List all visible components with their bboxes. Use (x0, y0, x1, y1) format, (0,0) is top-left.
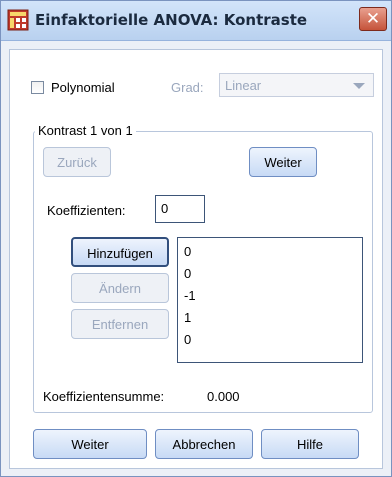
back-button-label: Zurück (57, 155, 97, 170)
degree-label: Grad: (171, 80, 204, 95)
list-item[interactable]: 0 (184, 244, 191, 259)
next-button[interactable]: Weiter (249, 147, 317, 177)
degree-value: Linear (225, 78, 262, 93)
chevron-down-icon (353, 83, 365, 89)
window-title: Einfaktorielle ANOVA: Kontraste (35, 11, 308, 29)
list-item[interactable]: 1 (184, 310, 191, 325)
coefficient-list[interactable]: 0 0 -1 1 0 (177, 237, 363, 363)
cancel-button-label: Abbrechen (172, 437, 236, 452)
remove-button-label: Entfernen (91, 317, 149, 332)
change-button[interactable]: Ändern (71, 273, 169, 303)
coefficients-label: Koeffizienten: (47, 203, 126, 218)
close-button[interactable]: ✕ (359, 7, 387, 31)
list-item[interactable]: -1 (184, 288, 196, 303)
list-item[interactable]: 0 (184, 266, 191, 281)
close-icon: ✕ (365, 9, 381, 29)
list-item[interactable]: 0 (184, 332, 191, 347)
contrast-group-title: Kontrast 1 von 1 (35, 123, 136, 138)
degree-select[interactable]: Linear (219, 73, 374, 97)
help-button[interactable]: Hilfe (261, 429, 359, 459)
next-button-label: Weiter (264, 155, 302, 170)
continue-button-label: Weiter (71, 437, 109, 452)
remove-button[interactable]: Entfernen (71, 309, 169, 339)
polynomial-label[interactable]: Polynomial (51, 80, 115, 95)
continue-button[interactable]: Weiter (33, 429, 147, 459)
add-button-label: Hinzufügen (87, 246, 153, 261)
coefficients-input[interactable]: 0 (155, 195, 205, 223)
help-button-label: Hilfe (296, 437, 323, 452)
add-button[interactable]: Hinzufügen (71, 237, 169, 267)
coefficients-input-value: 0 (161, 201, 169, 216)
polynomial-checkbox[interactable] (31, 81, 44, 94)
title-bar[interactable]: Einfaktorielle ANOVA: Kontraste ✕ (1, 1, 391, 41)
table-grid-icon (7, 9, 29, 31)
cancel-button[interactable]: Abbrechen (155, 429, 253, 459)
change-button-label: Ändern (99, 281, 141, 296)
coefficient-sum-value: 0.000 (207, 389, 240, 404)
dialog-window: Einfaktorielle ANOVA: Kontraste ✕ Polyno… (0, 0, 392, 477)
coefficient-sum-label: Koeffizientensumme: (43, 389, 165, 404)
back-button[interactable]: Zurück (43, 147, 111, 177)
